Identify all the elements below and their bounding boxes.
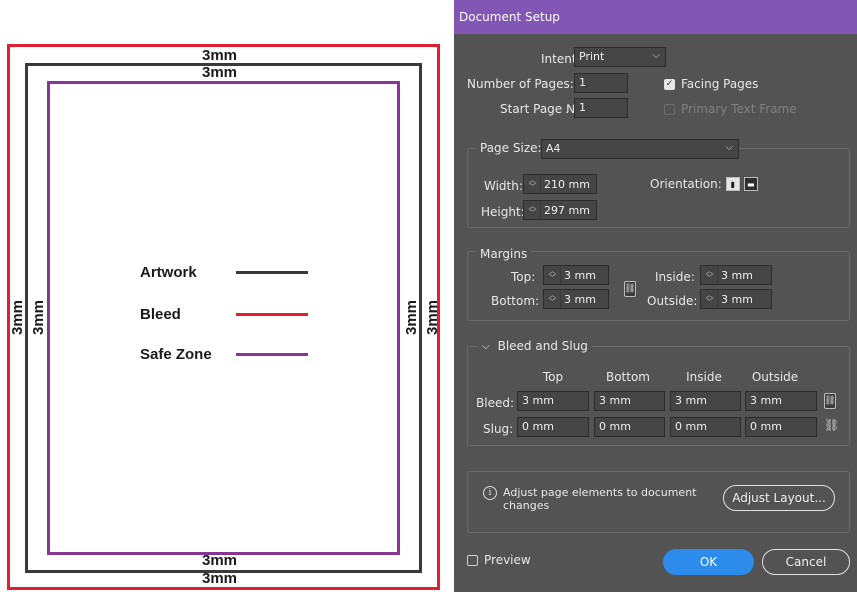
legend-bleed-label: Bleed: [140, 306, 181, 323]
stepper-icon[interactable]: ︿ ﹀: [545, 266, 561, 284]
col-top-header: Top: [542, 370, 564, 384]
margin-outside-value: 3 mm: [721, 292, 753, 306]
ok-button[interactable]: OK: [663, 549, 754, 575]
bleed-outside-input[interactable]: 3 mm: [745, 391, 817, 411]
margin-top-value: 3 mm: [564, 268, 596, 282]
margins-group: [467, 251, 850, 321]
num-pages-label: Number of Pages:: [467, 77, 574, 91]
primary-text-frame-label: Primary Text Frame: [681, 102, 797, 116]
chevron-down-icon: ⌵: [652, 50, 660, 61]
slug-outside-input[interactable]: 0 mm: [745, 417, 817, 437]
legend-safe-zone-swatch: [236, 353, 308, 356]
margin-bottom-label: Bottom:: [491, 294, 540, 308]
bottom-inner-label: 3mm: [202, 552, 238, 569]
primary-text-frame-checkbox[interactable]: Primary Text Frame: [664, 102, 797, 116]
broken-link-icon[interactable]: ⛓: [824, 418, 839, 432]
page-size-value: A4: [546, 142, 561, 155]
slug-inside-input[interactable]: 0 mm: [670, 417, 741, 437]
width-value: 210 mm: [544, 177, 590, 191]
chain-link-icon[interactable]: ⛓: [824, 393, 836, 409]
stepper-icon[interactable]: ︿ ﹀: [702, 266, 718, 284]
width-input[interactable]: ︿ ﹀ 210 mm: [523, 174, 597, 194]
intent-dropdown[interactable]: Print ⌵: [574, 47, 666, 67]
bleed-inside-input[interactable]: 3 mm: [670, 391, 741, 411]
bottom-outer-label: 3mm: [202, 570, 238, 587]
bleed-slug-title: Bleed and Slug: [497, 339, 588, 353]
col-inside-header: Inside: [686, 370, 722, 384]
margin-outside-label: Outside:: [647, 294, 698, 308]
bleed-label: Bleed:: [476, 396, 514, 410]
legend-bleed: Bleed: [140, 306, 308, 323]
height-input[interactable]: ︿ ﹀ 297 mm: [523, 200, 597, 220]
bleed-slug-toggle[interactable]: ⌵ Bleed and Slug: [478, 339, 592, 353]
checkbox-empty-icon: [664, 103, 675, 115]
top-inner-label: 3mm: [202, 64, 238, 81]
col-outside-header: Outside: [751, 370, 799, 384]
right-outer-label: 3mm: [424, 299, 442, 336]
num-pages-input[interactable]: 1: [574, 73, 628, 93]
checkmark-icon: ✓: [664, 78, 675, 90]
adjust-layout-button[interactable]: Adjust Layout...: [723, 485, 835, 511]
landscape-orientation-icon[interactable]: ▬: [743, 177, 758, 191]
slug-top-input[interactable]: 0 mm: [517, 417, 589, 437]
margin-inside-input[interactable]: ︿ ﹀ 3 mm: [700, 265, 772, 285]
legend-safe-zone-label: Safe Zone: [140, 346, 212, 363]
info-row: i Adjust page elements to document chang…: [483, 486, 703, 512]
page-size-dropdown[interactable]: A4 ⌵: [541, 139, 739, 159]
info-icon: i: [483, 486, 497, 500]
margin-top-label: Top:: [511, 270, 536, 284]
start-page-input[interactable]: 1: [574, 98, 628, 118]
checkbox-empty-icon: [467, 554, 478, 566]
portrait-orientation-icon[interactable]: ▮: [725, 177, 740, 191]
legend-bleed-swatch: [236, 313, 308, 316]
stepper-icon[interactable]: ︿ ﹀: [545, 290, 561, 308]
start-page-label: Start Page №:: [500, 102, 583, 116]
top-outer-label: 3mm: [202, 47, 238, 64]
facing-pages-label: Facing Pages: [681, 77, 759, 91]
left-outer-label: 3mm: [9, 299, 27, 336]
height-value: 297 mm: [544, 203, 590, 217]
legend-artwork: Artwork: [140, 264, 308, 281]
preview-checkbox[interactable]: Preview: [467, 553, 531, 567]
height-label: Height:: [481, 205, 525, 219]
cancel-button[interactable]: Cancel: [762, 549, 850, 575]
margins-title: Margins: [476, 247, 532, 261]
orientation-label: Orientation:: [650, 177, 722, 191]
width-label: Width:: [484, 179, 523, 193]
bleed-diagram: 3mm 3mm 3mm 3mm 3mm 3mm 3mm 3mm Artwork …: [0, 0, 450, 592]
margin-inside-label: Inside:: [655, 270, 695, 284]
legend-safe-zone: Safe Zone: [140, 346, 308, 363]
facing-pages-checkbox[interactable]: ✓ Facing Pages: [664, 77, 758, 91]
chevron-down-icon: ⌵: [482, 340, 490, 352]
chevron-down-icon: ⌵: [725, 142, 733, 153]
stepper-icon[interactable]: ︿ ﹀: [702, 290, 718, 308]
stepper-icon[interactable]: ︿ ﹀: [525, 201, 541, 219]
right-inner-label: 3mm: [403, 299, 421, 336]
slug-bottom-input[interactable]: 0 mm: [594, 417, 665, 437]
col-bottom-header: Bottom: [605, 370, 650, 384]
margin-bottom-input[interactable]: ︿ ﹀ 3 mm: [543, 289, 609, 309]
bleed-top-input[interactable]: 3 mm: [517, 391, 589, 411]
page-size-label: Page Size:: [476, 141, 546, 155]
stepper-icon[interactable]: ︿ ﹀: [525, 175, 541, 193]
legend-artwork-label: Artwork: [140, 264, 197, 281]
dialog-title-bar[interactable]: Document Setup: [454, 0, 857, 34]
margin-inside-value: 3 mm: [721, 268, 753, 282]
preview-label: Preview: [484, 553, 531, 567]
slug-label: Slug:: [483, 422, 514, 436]
intent-value: Print: [579, 50, 605, 63]
legend-artwork-swatch: [236, 271, 308, 274]
info-text: Adjust page elements to document changes: [503, 486, 697, 512]
bleed-bottom-input[interactable]: 3 mm: [594, 391, 665, 411]
margin-bottom-value: 3 mm: [564, 292, 596, 306]
document-setup-dialog: Document Setup Intent: Print ⌵ Number of…: [454, 0, 857, 592]
left-inner-label: 3mm: [30, 299, 48, 336]
dialog-title: Document Setup: [459, 10, 560, 24]
margin-top-input[interactable]: ︿ ﹀ 3 mm: [543, 265, 609, 285]
chain-link-icon[interactable]: ⛓: [624, 281, 636, 297]
orientation-row: Orientation: ▮ ▬: [650, 177, 758, 191]
margin-outside-input[interactable]: ︿ ﹀ 3 mm: [700, 289, 772, 309]
